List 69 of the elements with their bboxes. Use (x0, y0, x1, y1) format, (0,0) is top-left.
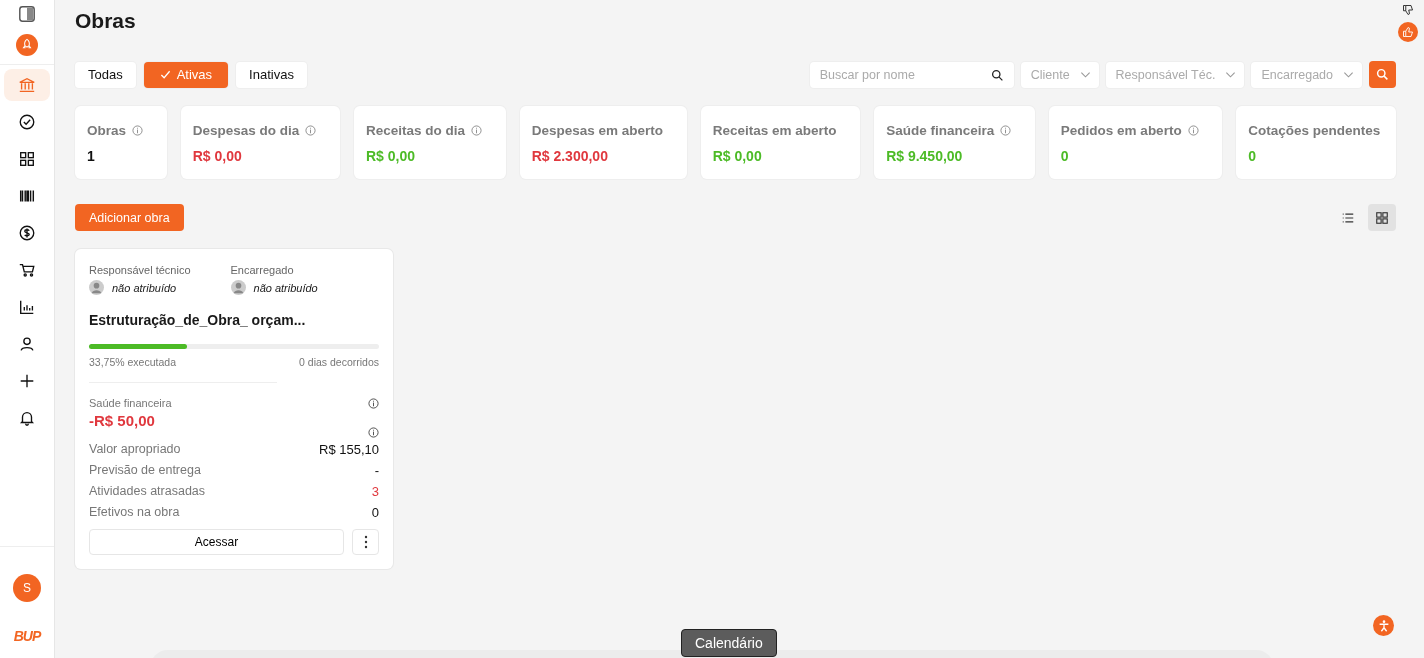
stat-label: Despesas em aberto (531, 123, 663, 138)
grid-icon (1375, 210, 1389, 225)
search-icon (1376, 68, 1389, 81)
thumbs-up-icon[interactable] (1398, 22, 1418, 42)
accessibility-icon[interactable] (1373, 615, 1394, 636)
stat-label: Despesas do dia (192, 123, 300, 138)
health-label: Saúde financeira (89, 397, 172, 409)
stat-label: Obras (87, 123, 127, 138)
thumbs-down-icon[interactable] (1400, 2, 1416, 18)
info-icon[interactable] (305, 125, 317, 136)
info-icon[interactable] (132, 125, 144, 136)
progress-label: 33,75% executada (89, 356, 176, 368)
tooltip: Calendário (681, 629, 777, 657)
open-button[interactable]: Acessar (89, 529, 344, 555)
filter-dropdown[interactable]: Responsável Téc. (1105, 61, 1245, 88)
stat-value: R$ 0,00 (192, 148, 243, 164)
add-project-button[interactable]: Adicionar obra (75, 204, 184, 231)
stat-label: Saúde financeira (886, 123, 995, 138)
health-value: -R$ 50,00 (89, 412, 156, 429)
filter-dropdown[interactable]: Encarregado (1251, 61, 1362, 88)
grid-view-button[interactable] (1368, 204, 1396, 231)
stat-value: R$ 2.300,00 (531, 148, 609, 164)
detail-value: 3 (371, 484, 379, 499)
stat-label: Receitas do dia (365, 123, 465, 138)
info-icon[interactable] (368, 397, 379, 409)
sidebar-toggle-icon[interactable] (18, 5, 36, 23)
stat-value: R$ 0,00 (712, 148, 763, 164)
search-field[interactable]: Buscar por nome (809, 61, 1014, 88)
project-name[interactable]: Estruturação_de_Obra_ orçam... (89, 312, 379, 328)
stat-value: 0 (1248, 148, 1258, 164)
stat-value: 1 (87, 148, 96, 164)
stat-label: Cotações pendentes (1248, 123, 1381, 138)
filter-tab[interactable]: Inativas (236, 61, 307, 88)
info-icon[interactable] (1000, 125, 1012, 136)
filter-tab[interactable]: Ativas (143, 61, 229, 88)
stat-value: 0 (1060, 148, 1070, 164)
person-name: não atribuído (112, 281, 177, 294)
filter-dropdown[interactable]: Cliente (1020, 61, 1099, 88)
detail-label: Efetivos na obra (89, 505, 180, 520)
detail-label: Previsão de entrega (89, 463, 201, 478)
stat-value: R$ 0,00 (365, 148, 416, 164)
check-icon (159, 69, 171, 80)
rocket-icon[interactable] (16, 34, 38, 56)
avatar-silhouette-icon (89, 280, 104, 295)
search-button[interactable] (1369, 61, 1396, 88)
person-name: não atribuído (253, 281, 318, 294)
info-icon[interactable] (368, 427, 379, 438)
kebab-icon (363, 535, 368, 549)
detail-value: 0 (371, 505, 379, 520)
detail-value: R$ 155,10 (319, 442, 379, 457)
avatar-silhouette-icon (230, 280, 246, 295)
list-icon (1341, 210, 1355, 225)
stat-value: R$ 9.450,00 (886, 148, 964, 164)
role-label: Responsável técnico (89, 264, 191, 276)
elapsed-label: 0 dias decorridos (299, 356, 379, 368)
search-icon (990, 68, 1004, 82)
detail-value: - (374, 463, 379, 478)
stat-label: Pedidos em aberto (1060, 123, 1182, 138)
filter-tab[interactable]: Todas (75, 61, 136, 88)
page-title: Obras (75, 8, 137, 34)
bank-nav-icon[interactable] (4, 69, 50, 101)
info-icon[interactable] (1187, 125, 1199, 136)
info-icon[interactable] (470, 125, 482, 136)
user-avatar[interactable]: S (13, 574, 41, 602)
role-label: Encarregado (230, 264, 295, 276)
stat-label: Receitas em aberto (712, 123, 837, 138)
brand-logo: BUP (13, 628, 41, 644)
detail-label: Atividades atrasadas (89, 484, 206, 499)
detail-label: Valor apropriado (89, 442, 181, 457)
